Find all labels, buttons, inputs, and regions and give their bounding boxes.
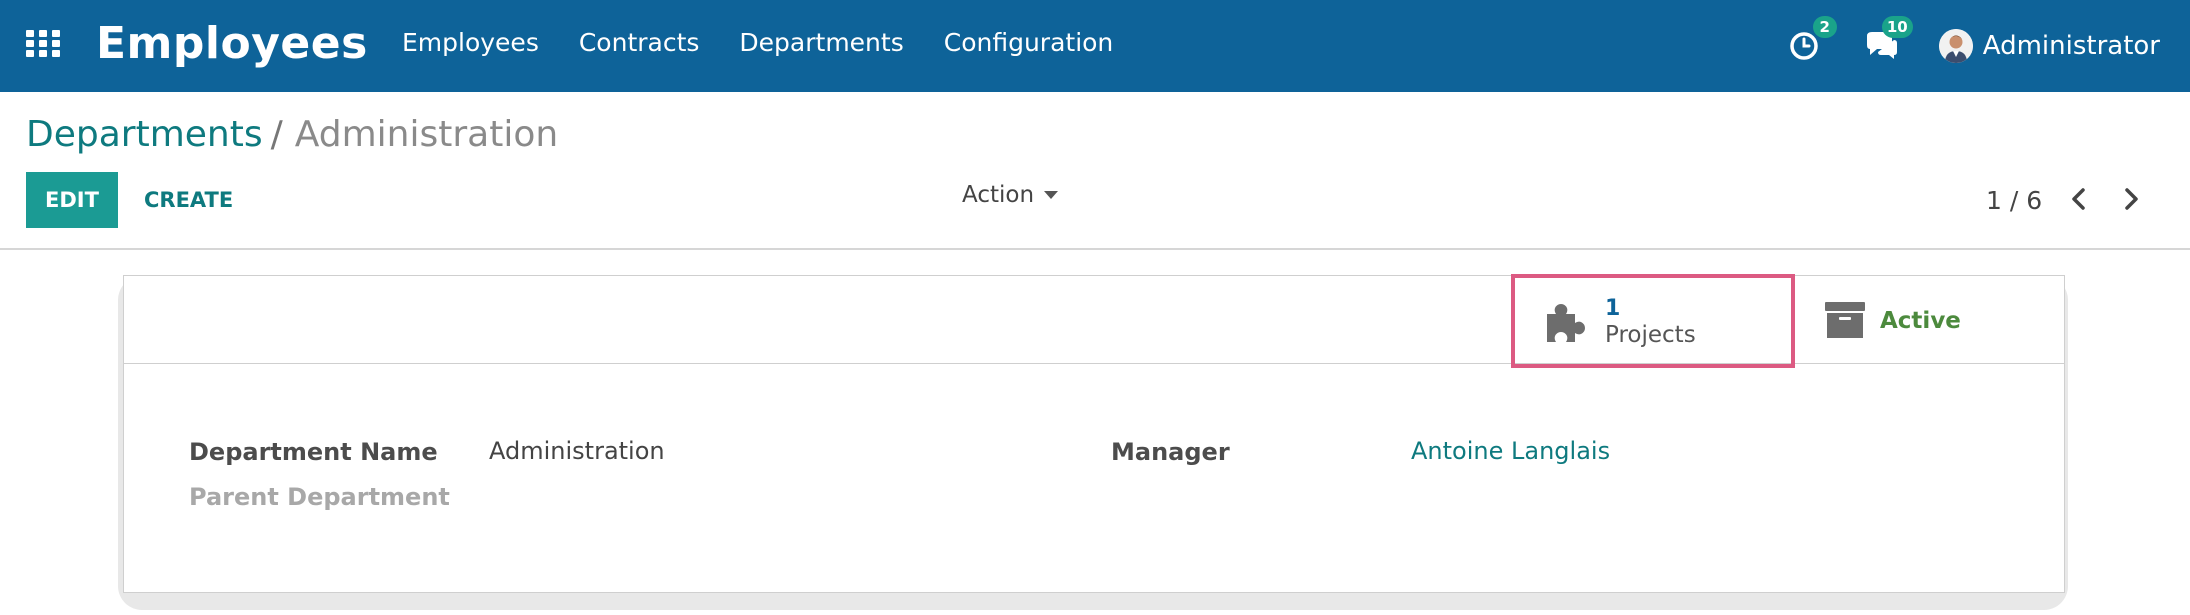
manager-link[interactable]: Antoine Langlais (1411, 437, 1610, 465)
top-navbar: Employees Employees Contracts Department… (0, 0, 2190, 92)
projects-label: Projects (1605, 322, 1696, 348)
department-name-label: Department Name (189, 438, 438, 466)
parent-department-label: Parent Department (189, 483, 450, 511)
control-panel-divider (0, 248, 2190, 250)
projects-smart-button[interactable]: 1 Projects (1511, 274, 1795, 368)
user-name: Administrator (1982, 31, 2160, 61)
form-sheet: 1 Projects Active Department Name Admini… (123, 274, 2065, 593)
active-toggle-button[interactable]: Active (1814, 276, 2064, 364)
action-dropdown[interactable]: Action (962, 182, 1059, 208)
systray: 2 10 Administrator (1787, 0, 2160, 92)
pager-value: 1 / 6 (1986, 186, 2043, 215)
create-button[interactable]: CREATE (144, 188, 233, 212)
breadcrumb-separator: / (270, 114, 283, 155)
apps-grid-icon[interactable] (26, 30, 62, 58)
active-label: Active (1880, 308, 1961, 334)
user-menu[interactable]: Administrator (1938, 29, 2160, 63)
puzzle-icon (1547, 304, 1585, 342)
projects-count: 1 (1605, 296, 1621, 321)
activity-count-badge: 2 (1812, 16, 1837, 38)
breadcrumb-current: Administration (294, 114, 559, 155)
archive-icon (1825, 302, 1865, 338)
breadcrumb-departments-link[interactable]: Departments (26, 114, 263, 155)
activity-button[interactable]: 2 (1787, 16, 1837, 64)
avatar (1938, 29, 1973, 63)
chevron-right-icon (2125, 188, 2138, 210)
smart-button-box: 1 Projects Active (124, 274, 2064, 368)
menu-item-configuration[interactable]: Configuration (944, 28, 1114, 57)
pager-next-button[interactable] (2116, 184, 2146, 214)
messages-count-badge: 10 (1881, 16, 1913, 38)
edit-button[interactable]: EDIT (26, 172, 118, 228)
menu-item-departments[interactable]: Departments (739, 28, 903, 57)
department-name-value: Administration (489, 437, 665, 465)
menu-item-employees[interactable]: Employees (402, 28, 539, 57)
chevron-left-icon (2072, 188, 2085, 210)
caret-down-icon (1044, 191, 1059, 199)
app-title: Employees (96, 18, 368, 69)
action-label: Action (962, 182, 1035, 208)
main-menu: Employees Contracts Departments Configur… (402, 28, 1113, 57)
messages-button[interactable]: 10 (1863, 16, 1913, 64)
breadcrumb: Departments / Administration (26, 114, 558, 155)
pager-previous-button[interactable] (2064, 184, 2094, 214)
menu-item-contracts[interactable]: Contracts (579, 28, 700, 57)
manager-label: Manager (1111, 438, 1230, 466)
